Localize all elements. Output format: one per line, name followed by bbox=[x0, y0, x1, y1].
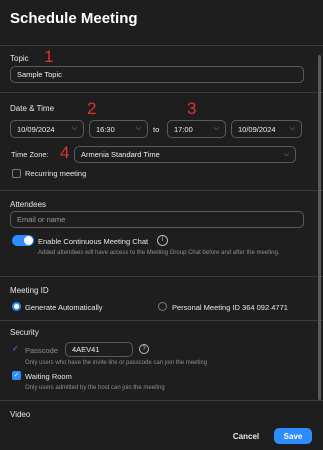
passcode-checkbox[interactable]: ✓ bbox=[12, 345, 21, 354]
divider bbox=[0, 276, 323, 277]
end-time-value: 17:00 bbox=[174, 124, 193, 134]
passcode-input[interactable]: 4AEV41 bbox=[65, 342, 133, 357]
continuous-chat-label: Enable Continuous Meeting Chat bbox=[38, 237, 149, 246]
divider bbox=[0, 400, 323, 401]
meeting-id-label: Meeting ID bbox=[10, 286, 49, 295]
attendees-input[interactable]: Email or name bbox=[10, 211, 304, 228]
topic-value: Sample Topic bbox=[17, 70, 62, 79]
checkmark-icon: ✓ bbox=[12, 344, 19, 353]
attendees-placeholder: Email or name bbox=[17, 215, 66, 224]
personal-meeting-id-radio[interactable] bbox=[158, 302, 167, 311]
chevron-down-icon: ⌵ bbox=[289, 125, 295, 132]
start-time-value: 16:30 bbox=[96, 124, 115, 134]
recurring-checkbox[interactable] bbox=[12, 169, 21, 178]
passcode-label: Passcode bbox=[25, 346, 58, 355]
start-time-select[interactable]: 16:30 ⌵ bbox=[89, 120, 148, 138]
divider bbox=[0, 45, 323, 46]
personal-meeting-id-label: Personal Meeting ID 364 092 4771 bbox=[172, 303, 288, 312]
continuous-chat-toggle[interactable] bbox=[12, 235, 34, 246]
toggle-knob bbox=[24, 236, 33, 245]
time-zone-select[interactable]: Armenia Standard Time ⌵ bbox=[74, 146, 296, 163]
checkmark-icon: ✓ bbox=[13, 372, 20, 379]
cancel-button[interactable]: Cancel bbox=[225, 428, 267, 444]
topic-input[interactable]: Sample Topic bbox=[10, 66, 304, 83]
chevron-down-icon: ⌵ bbox=[71, 125, 77, 132]
generate-automatically-radio[interactable] bbox=[12, 302, 21, 311]
passcode-hint: Only users who have the invite link or p… bbox=[25, 360, 208, 366]
chevron-down-icon: ⌵ bbox=[135, 125, 141, 132]
attendees-label: Attendees bbox=[10, 200, 47, 209]
security-label: Security bbox=[10, 328, 39, 337]
annotation-marker-4: 4 bbox=[60, 143, 70, 162]
passcode-value: 4AEV41 bbox=[72, 345, 100, 354]
time-zone-label: Time Zone: bbox=[11, 150, 49, 159]
scrollbar[interactable] bbox=[318, 55, 321, 400]
help-icon[interactable]: ? bbox=[139, 344, 149, 354]
dialog-title: Schedule Meeting bbox=[10, 10, 138, 27]
generate-automatically-label: Generate Automatically bbox=[25, 303, 103, 312]
annotation-marker-1: 1 bbox=[44, 47, 54, 66]
date-time-label: Date & Time bbox=[10, 104, 55, 113]
topic-label: Topic bbox=[10, 54, 29, 63]
waiting-room-checkbox[interactable]: ✓ bbox=[12, 371, 21, 380]
waiting-room-label: Waiting Room bbox=[25, 372, 72, 381]
end-date-select[interactable]: 10/09/2024 ⌵ bbox=[231, 120, 302, 138]
divider bbox=[0, 92, 323, 93]
continuous-chat-hint: Added attendees will have access to the … bbox=[38, 250, 280, 256]
waiting-room-hint: Only users admitted by the host can join… bbox=[25, 385, 165, 391]
to-label: to bbox=[153, 125, 160, 134]
save-button[interactable]: Save bbox=[274, 428, 312, 444]
recurring-label: Recurring meeting bbox=[25, 169, 87, 178]
annotation-marker-3: 3 bbox=[187, 99, 197, 118]
end-time-select[interactable]: 17:00 ⌵ bbox=[167, 120, 226, 138]
start-date-value: 10/09/2024 bbox=[17, 124, 55, 134]
time-zone-value: Armenia Standard Time bbox=[81, 150, 160, 159]
divider bbox=[0, 190, 323, 191]
info-icon[interactable]: i bbox=[157, 235, 168, 246]
end-date-value: 10/09/2024 bbox=[238, 124, 276, 134]
chevron-down-icon: ⌵ bbox=[213, 125, 219, 132]
annotation-marker-2: 2 bbox=[87, 99, 97, 118]
video-label: Video bbox=[10, 410, 31, 419]
chevron-down-icon: ⌵ bbox=[283, 150, 289, 158]
start-date-select[interactable]: 10/09/2024 ⌵ bbox=[10, 120, 84, 138]
divider bbox=[0, 320, 323, 321]
